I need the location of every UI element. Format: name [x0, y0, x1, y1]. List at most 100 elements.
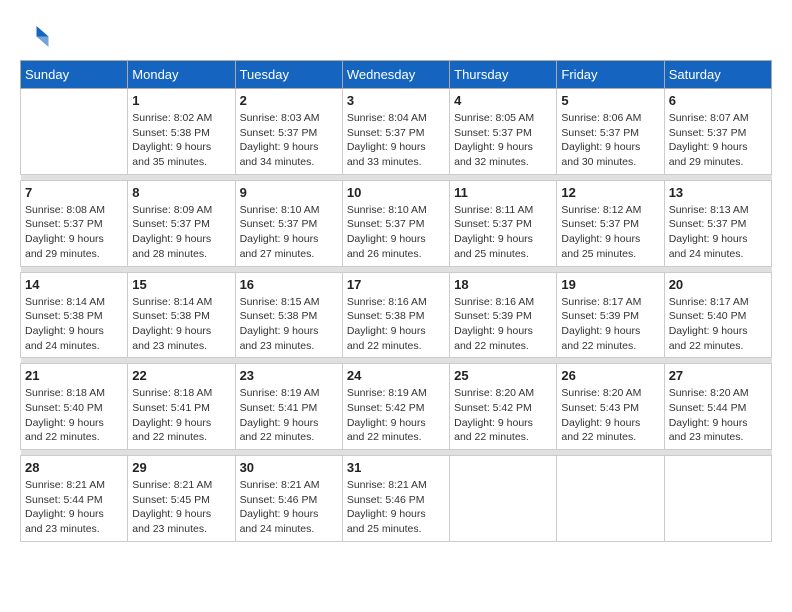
- day-info: Sunrise: 8:20 AM Sunset: 5:43 PM Dayligh…: [561, 386, 659, 445]
- day-info: Sunrise: 8:11 AM Sunset: 5:37 PM Dayligh…: [454, 203, 552, 262]
- day-info: Sunrise: 8:19 AM Sunset: 5:42 PM Dayligh…: [347, 386, 445, 445]
- weekday-header-thursday: Thursday: [450, 61, 557, 89]
- day-number: 23: [240, 368, 338, 383]
- calendar-cell: 15 Sunrise: 8:14 AM Sunset: 5:38 PM Dayli…: [128, 272, 235, 358]
- weekday-header-row: SundayMondayTuesdayWednesdayThursdayFrid…: [21, 61, 772, 89]
- day-number: 25: [454, 368, 552, 383]
- day-number: 29: [132, 460, 230, 475]
- day-info: Sunrise: 8:21 AM Sunset: 5:46 PM Dayligh…: [240, 478, 338, 537]
- day-number: 21: [25, 368, 123, 383]
- day-info: Sunrise: 8:17 AM Sunset: 5:40 PM Dayligh…: [669, 295, 767, 354]
- day-info: Sunrise: 8:08 AM Sunset: 5:37 PM Dayligh…: [25, 203, 123, 262]
- calendar-cell: 5 Sunrise: 8:06 AM Sunset: 5:37 PM Daylig…: [557, 89, 664, 175]
- calendar-cell: [664, 456, 771, 542]
- logo-icon: [20, 20, 50, 50]
- day-number: 17: [347, 277, 445, 292]
- day-info: Sunrise: 8:04 AM Sunset: 5:37 PM Dayligh…: [347, 111, 445, 170]
- day-info: Sunrise: 8:18 AM Sunset: 5:41 PM Dayligh…: [132, 386, 230, 445]
- day-number: 11: [454, 185, 552, 200]
- day-number: 1: [132, 93, 230, 108]
- calendar-cell: 1 Sunrise: 8:02 AM Sunset: 5:38 PM Daylig…: [128, 89, 235, 175]
- day-number: 12: [561, 185, 659, 200]
- day-info: Sunrise: 8:02 AM Sunset: 5:38 PM Dayligh…: [132, 111, 230, 170]
- calendar-cell: 24 Sunrise: 8:19 AM Sunset: 5:42 PM Dayli…: [342, 364, 449, 450]
- week-row-5: 28 Sunrise: 8:21 AM Sunset: 5:44 PM Dayli…: [21, 456, 772, 542]
- day-number: 13: [669, 185, 767, 200]
- day-number: 26: [561, 368, 659, 383]
- day-number: 6: [669, 93, 767, 108]
- calendar-cell: [557, 456, 664, 542]
- weekday-header-saturday: Saturday: [664, 61, 771, 89]
- day-info: Sunrise: 8:17 AM Sunset: 5:39 PM Dayligh…: [561, 295, 659, 354]
- calendar-cell: 8 Sunrise: 8:09 AM Sunset: 5:37 PM Daylig…: [128, 180, 235, 266]
- calendar-cell: 29Sunrise: 8:21 AM Sunset: 5:45 PM Dayli…: [128, 456, 235, 542]
- calendar-cell: 11 Sunrise: 8:11 AM Sunset: 5:37 PM Dayli…: [450, 180, 557, 266]
- day-number: 18: [454, 277, 552, 292]
- day-info: Sunrise: 8:16 AM Sunset: 5:38 PM Dayligh…: [347, 295, 445, 354]
- day-number: 28: [25, 460, 123, 475]
- calendar-cell: 31 Sunrise: 8:21 AM Sunset: 5:46 PM Dayli…: [342, 456, 449, 542]
- day-number: 9: [240, 185, 338, 200]
- weekday-header-sunday: Sunday: [21, 61, 128, 89]
- day-info: Sunrise: 8:20 AM Sunset: 5:44 PM Dayligh…: [669, 386, 767, 445]
- day-number: 27: [669, 368, 767, 383]
- calendar-table: SundayMondayTuesdayWednesdayThursdayFrid…: [20, 60, 772, 542]
- day-info: Sunrise: 8:10 AM Sunset: 5:37 PM Dayligh…: [347, 203, 445, 262]
- day-info: Sunrise: 8:10 AM Sunset: 5:37 PM Dayligh…: [240, 203, 338, 262]
- day-info: Sunrise: 8:09 AM Sunset: 5:37 PM Dayligh…: [132, 203, 230, 262]
- calendar-cell: 9 Sunrise: 8:10 AM Sunset: 5:37 PM Daylig…: [235, 180, 342, 266]
- calendar-cell: 22 Sunrise: 8:18 AM Sunset: 5:41 PM Dayli…: [128, 364, 235, 450]
- day-number: 15: [132, 277, 230, 292]
- calendar-cell: 3 Sunrise: 8:04 AM Sunset: 5:37 PM Daylig…: [342, 89, 449, 175]
- weekday-header-wednesday: Wednesday: [342, 61, 449, 89]
- calendar-cell: 20 Sunrise: 8:17 AM Sunset: 5:40 PM Dayli…: [664, 272, 771, 358]
- calendar-cell: 2 Sunrise: 8:03 AM Sunset: 5:37 PM Daylig…: [235, 89, 342, 175]
- day-number: 22: [132, 368, 230, 383]
- day-number: 4: [454, 93, 552, 108]
- day-number: 14: [25, 277, 123, 292]
- day-info: Sunrise: 8:05 AM Sunset: 5:37 PM Dayligh…: [454, 111, 552, 170]
- day-number: 24: [347, 368, 445, 383]
- day-number: 3: [347, 93, 445, 108]
- day-number: 30: [240, 460, 338, 475]
- day-info: Sunrise: 8:07 AM Sunset: 5:37 PM Dayligh…: [669, 111, 767, 170]
- week-row-1: 1 Sunrise: 8:02 AM Sunset: 5:38 PM Daylig…: [21, 89, 772, 175]
- day-info: Sunrise: 8:06 AM Sunset: 5:37 PM Dayligh…: [561, 111, 659, 170]
- calendar-cell: 25Sunrise: 8:20 AM Sunset: 5:42 PM Dayli…: [450, 364, 557, 450]
- calendar-cell: 21Sunrise: 8:18 AM Sunset: 5:40 PM Dayli…: [21, 364, 128, 450]
- day-number: 2: [240, 93, 338, 108]
- day-info: Sunrise: 8:12 AM Sunset: 5:37 PM Dayligh…: [561, 203, 659, 262]
- calendar-cell: [450, 456, 557, 542]
- calendar-cell: 14Sunrise: 8:14 AM Sunset: 5:38 PM Dayli…: [21, 272, 128, 358]
- day-info: Sunrise: 8:03 AM Sunset: 5:37 PM Dayligh…: [240, 111, 338, 170]
- week-row-2: 7 Sunrise: 8:08 AM Sunset: 5:37 PM Daylig…: [21, 180, 772, 266]
- day-number: 7: [25, 185, 123, 200]
- calendar-cell: 13 Sunrise: 8:13 AM Sunset: 5:37 PM Dayli…: [664, 180, 771, 266]
- day-number: 5: [561, 93, 659, 108]
- calendar-cell: 18 Sunrise: 8:16 AM Sunset: 5:39 PM Dayli…: [450, 272, 557, 358]
- day-number: 20: [669, 277, 767, 292]
- day-number: 10: [347, 185, 445, 200]
- day-number: 16: [240, 277, 338, 292]
- calendar-cell: 27 Sunrise: 8:20 AM Sunset: 5:44 PM Dayli…: [664, 364, 771, 450]
- day-info: Sunrise: 8:13 AM Sunset: 5:37 PM Dayligh…: [669, 203, 767, 262]
- week-row-4: 21Sunrise: 8:18 AM Sunset: 5:40 PM Dayli…: [21, 364, 772, 450]
- calendar-cell: 7 Sunrise: 8:08 AM Sunset: 5:37 PM Daylig…: [21, 180, 128, 266]
- week-row-3: 14 Sunrise: 8:14 AM Sunset: 5:38 PM Dayli…: [21, 272, 772, 358]
- day-number: 8: [132, 185, 230, 200]
- day-info: Sunrise: 8:16 AM Sunset: 5:39 PM Dayligh…: [454, 295, 552, 354]
- day-info: Sunrise: 8:21 AM Sunset: 5:46 PM Dayligh…: [347, 478, 445, 537]
- calendar-cell: 30 Sunrise: 8:21 AM Sunset: 5:46 PM Dayli…: [235, 456, 342, 542]
- calendar-cell: 16Sunrise: 8:15 AM Sunset: 5:38 PM Dayli…: [235, 272, 342, 358]
- weekday-header-friday: Friday: [557, 61, 664, 89]
- day-info: Sunrise: 8:21 AM Sunset: 5:44 PM Dayligh…: [25, 478, 123, 537]
- day-number: 31: [347, 460, 445, 475]
- day-info: Sunrise: 8:19 AM Sunset: 5:41 PM Dayligh…: [240, 386, 338, 445]
- calendar-cell: [21, 89, 128, 175]
- calendar-cell: 28 Sunrise: 8:21 AM Sunset: 5:44 PM Dayli…: [21, 456, 128, 542]
- day-info: Sunrise: 8:14 AM Sunset: 5:38 PM Dayligh…: [132, 295, 230, 354]
- calendar-cell: 12 Sunrise: 8:12 AM Sunset: 5:37 PM Dayli…: [557, 180, 664, 266]
- calendar-cell: 23 Sunrise: 8:19 AM Sunset: 5:41 PM Dayli…: [235, 364, 342, 450]
- calendar-cell: 10 Sunrise: 8:10 AM Sunset: 5:37 PM Dayli…: [342, 180, 449, 266]
- calendar-cell: 6 Sunrise: 8:07 AM Sunset: 5:37 PM Daylig…: [664, 89, 771, 175]
